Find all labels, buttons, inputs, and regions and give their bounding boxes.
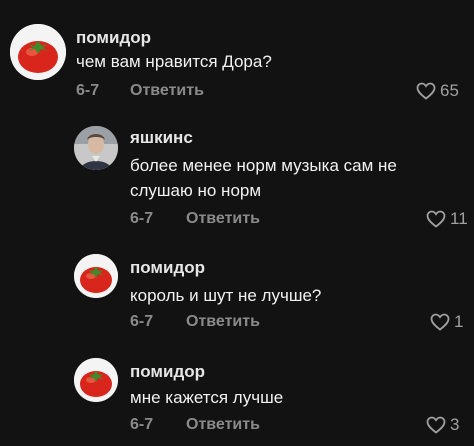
heart-icon	[426, 210, 446, 228]
tomato-avatar-icon[interactable]	[10, 24, 66, 80]
like-count: 3	[450, 415, 460, 434]
like-count: 1	[454, 312, 464, 331]
comment-text-line-1: более менее норм музыка сам не	[130, 156, 397, 175]
like-button[interactable]: 65	[416, 81, 459, 101]
comment-username[interactable]: помидор	[130, 258, 205, 278]
like-button[interactable]: 11	[426, 209, 468, 229]
comment-thread: помидор чем вам нравится Дора? 6-7 Ответ…	[0, 0, 474, 446]
comment-username[interactable]: яшкинс	[130, 128, 193, 148]
person-avatar-icon[interactable]	[74, 126, 118, 170]
reply-button[interactable]: Ответить	[186, 313, 260, 331]
comment-text: король и шут не лучше?	[130, 286, 322, 305]
tomato-avatar-icon[interactable]	[74, 254, 118, 298]
comment-username[interactable]: помидор	[130, 362, 205, 382]
reply-button[interactable]: Ответить	[130, 82, 204, 100]
like-count: 11	[450, 209, 468, 228]
like-button[interactable]: 1	[430, 312, 463, 332]
reply-button[interactable]: Ответить	[186, 210, 260, 228]
like-count: 65	[440, 81, 459, 100]
comment-text-line-2: слушаю но норм	[130, 181, 262, 200]
comment-username[interactable]: помидор	[76, 28, 151, 48]
comment-text: чем вам нравится Дора?	[76, 52, 272, 71]
tomato-avatar-icon[interactable]	[74, 358, 118, 402]
reply-button[interactable]: Ответить	[186, 416, 260, 434]
comment-date: 6-7	[130, 416, 154, 433]
heart-icon	[430, 313, 450, 331]
comment-date: 6-7	[130, 210, 154, 227]
heart-icon	[416, 82, 436, 100]
heart-icon	[426, 416, 446, 434]
comment-date: 6-7	[130, 313, 154, 330]
comment-date: 6-7	[76, 82, 100, 99]
like-button[interactable]: 3	[426, 415, 459, 435]
comment-text: мне кажется лучше	[130, 388, 284, 407]
